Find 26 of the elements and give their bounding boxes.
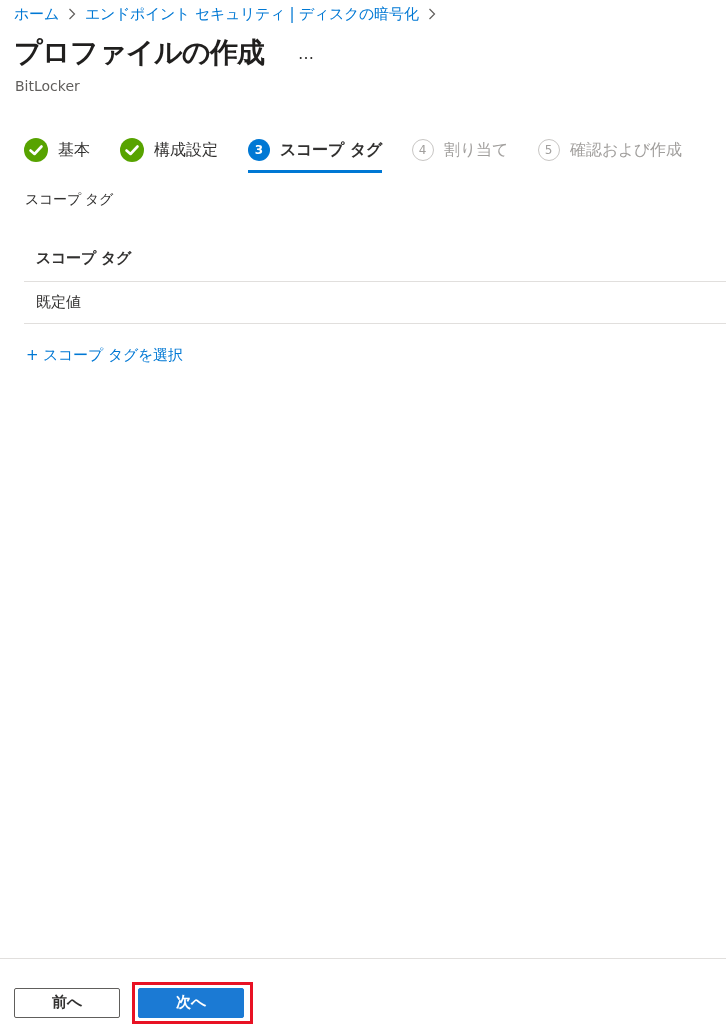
- back-button[interactable]: 前へ: [14, 987, 120, 1018]
- next-button[interactable]: 次へ: [138, 987, 244, 1018]
- step-label: スコープ タグ: [280, 139, 382, 161]
- wizard-step[interactable]: 3 スコープ タグ: [248, 138, 382, 173]
- wizard-step[interactable]: 構成設定: [120, 138, 218, 173]
- step-label: 割り当て: [443, 139, 508, 161]
- chevron-right-icon: [428, 8, 437, 20]
- section-label: スコープ タグ: [24, 190, 115, 209]
- chevron-right-icon: [68, 8, 76, 20]
- column-header: スコープ タグ: [36, 248, 132, 268]
- step-label: 構成設定: [154, 139, 218, 161]
- more-button[interactable]: …: [294, 43, 318, 63]
- step-number: 3: [248, 139, 270, 161]
- wizard-step[interactable]: 基本: [24, 138, 90, 173]
- breadcrumb-link[interactable]: エンドポイント セキュリティ | ディスクの暗号化: [85, 4, 420, 24]
- wizard-step[interactable]: 5 確認および作成: [537, 138, 682, 173]
- page-subtitle: BitLocker: [14, 77, 81, 94]
- table-cell: 既定値: [36, 293, 81, 312]
- page-title: プロファイルの作成: [14, 35, 264, 71]
- check-circle-icon: [24, 138, 48, 162]
- check-circle-icon: [120, 138, 144, 162]
- wizard-step[interactable]: 4 割り当て: [411, 138, 508, 173]
- step-label: 基本: [58, 139, 90, 161]
- step-label: 確認および作成: [569, 139, 682, 161]
- breadcrumb-link[interactable]: ホーム: [14, 4, 59, 24]
- add-scope-tag-link[interactable]: + スコープ タグを選択: [0, 324, 210, 365]
